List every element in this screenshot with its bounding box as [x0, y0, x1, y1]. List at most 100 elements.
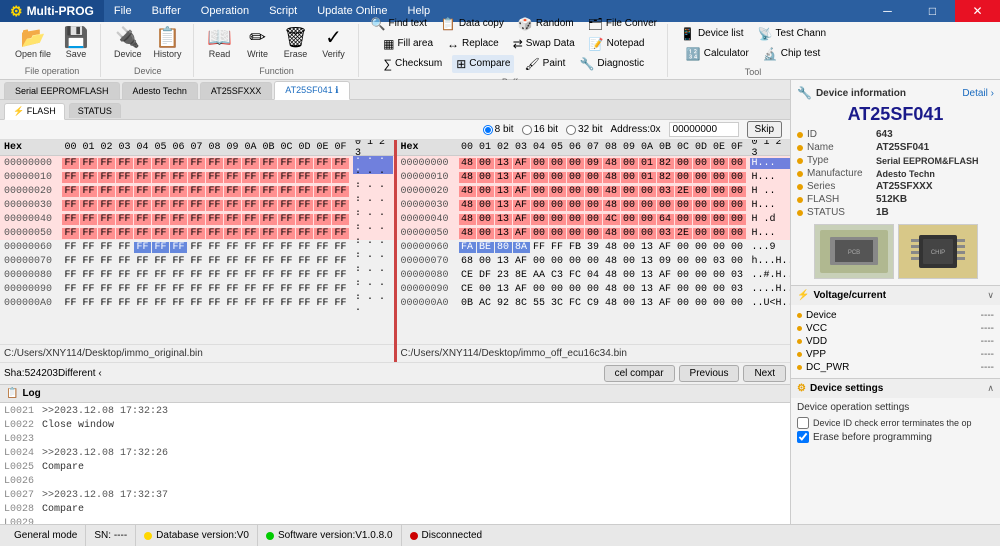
- menu-script[interactable]: Script: [259, 0, 307, 22]
- notepad-button[interactable]: 📝 Notepad: [585, 35, 649, 53]
- volt-dot: [797, 365, 802, 370]
- random-button[interactable]: 🎲 Random: [514, 15, 578, 33]
- test-chann-button[interactable]: 📡 Test Chann: [754, 25, 831, 43]
- find-text-button[interactable]: 🔍 Find text: [367, 15, 431, 33]
- chip-test-button[interactable]: 🔬 Chip test: [759, 45, 824, 63]
- erase-checkbox[interactable]: [797, 431, 809, 443]
- menu-operation[interactable]: Operation: [191, 0, 259, 22]
- prop-key-type: Type: [807, 155, 872, 166]
- close-button[interactable]: ✕: [955, 0, 1000, 22]
- cancel-compare-button[interactable]: cel compar: [604, 365, 675, 382]
- log-row: L0022Close window: [4, 419, 786, 433]
- maximize-button[interactable]: □: [910, 0, 955, 22]
- log-row: L0021>>2023.12.08 17:32:23: [4, 405, 786, 419]
- data-copy-button[interactable]: 📋 Data copy: [437, 15, 508, 33]
- compare-button[interactable]: ⊞ Compare: [452, 55, 514, 73]
- prop-id: ID 643: [797, 129, 994, 140]
- bit-16-option[interactable]: 16 bit: [522, 124, 558, 135]
- save-button[interactable]: 💾 Save: [58, 25, 94, 62]
- diagnostic-label: Diagnostic: [597, 58, 644, 69]
- db-text: Database version:V0: [156, 530, 249, 541]
- toolbar: 📂 Open file 💾 Save File operation 🔌 Devi…: [0, 22, 1000, 80]
- paint-button[interactable]: 🖌 Paint: [520, 55, 569, 73]
- prop-val-type: Serial EEPROM&FLASH: [876, 156, 979, 166]
- device-settings-section: ⚙ Device settings ∧ Device operation set…: [791, 378, 1000, 449]
- prop-status: STATUS 1B: [797, 207, 994, 218]
- voltage-val-vcc: ----: [981, 323, 994, 334]
- device-settings-header[interactable]: ⚙ Device settings ∧: [791, 379, 1000, 398]
- buffer-row-3: ∑ Checksum ⊞ Compare 🖌 Paint 🔧 Diagnosti…: [379, 55, 648, 73]
- calculator-button[interactable]: 🔢 Calculator: [682, 45, 753, 63]
- tab-at25sf041[interactable]: AT25SF041 ℹ: [274, 81, 349, 100]
- file-conver-button[interactable]: 🗂 File Conver: [584, 15, 661, 33]
- device-id-checkbox[interactable]: [797, 417, 809, 429]
- menu-buffer[interactable]: Buffer: [142, 0, 191, 22]
- read-button[interactable]: 📖 Read: [202, 25, 238, 62]
- prop-val-status: 1B: [876, 207, 889, 218]
- voltage-val-dcpwr: ----: [981, 362, 994, 373]
- prop-manufacture: Manufacture Adesto Techn: [797, 168, 994, 179]
- minimize-button[interactable]: ─: [865, 0, 910, 22]
- prop-series: Series AT25SFXXX: [797, 181, 994, 192]
- toolbar-group-tool: 📱 Device list 📡 Test Chann 🔢 Calculator …: [670, 24, 836, 77]
- log-title: Log: [22, 388, 40, 399]
- device-list-label: Device list: [698, 28, 744, 39]
- editor-tabs-bar: ⚡ FLASH STATUS: [0, 100, 790, 120]
- left-area: Serial EEPROMFLASH Adesto Techn AT25SFXX…: [0, 80, 790, 524]
- write-button[interactable]: ✏ Write: [240, 25, 276, 62]
- tool-group-label: Tool: [745, 67, 762, 77]
- history-button[interactable]: 📋 History: [149, 25, 187, 62]
- bit-8-option[interactable]: 8 bit: [483, 124, 514, 135]
- fill-area-button[interactable]: ▦ Fill area: [379, 35, 437, 53]
- toolbar-group-buffer: 🔍 Find text 📋 Data copy 🎲 Random 🗂 File …: [361, 24, 668, 77]
- hex-row-right-8: 00000080 CEDF238EAAC3FC04480013AF0000000…: [397, 268, 791, 282]
- fill-icon: ▦: [383, 37, 394, 51]
- detail-link[interactable]: Detail ›: [962, 88, 994, 99]
- bit-8-radio[interactable]: [483, 125, 493, 135]
- diagnostic-button[interactable]: 🔧 Diagnostic: [575, 55, 648, 73]
- tab-at25sfxxx[interactable]: AT25SFXXX: [200, 82, 272, 99]
- address-label: Address:0x: [611, 124, 661, 135]
- tool-row-1: 📱 Device list 📡 Test Chann: [676, 25, 830, 43]
- flash-tab[interactable]: ⚡ FLASH: [4, 103, 65, 120]
- bit-16-radio[interactable]: [522, 125, 532, 135]
- device-button[interactable]: 🔌 Device: [109, 25, 147, 62]
- volt-dot: [797, 313, 802, 318]
- voltage-row-vcc: VCC ----: [797, 322, 994, 335]
- erase-button[interactable]: 🗑 Erase: [278, 25, 314, 62]
- skip-button[interactable]: Skip: [747, 121, 782, 138]
- log-text: Compare: [42, 461, 84, 475]
- tab-adesto[interactable]: Adesto Techn: [122, 82, 198, 99]
- replace-button[interactable]: ↔ Replace: [443, 35, 503, 53]
- log-row: L0025Compare: [4, 461, 786, 475]
- tab-serial-eeprom[interactable]: Serial EEPROMFLASH: [4, 82, 120, 99]
- voltage-header[interactable]: ⚡ Voltage/current ∨: [791, 286, 1000, 305]
- verify-button[interactable]: ✓ Verify: [316, 25, 352, 62]
- volt-dot: [797, 326, 802, 331]
- file-path-right: C:/Users/XNY114/Desktop/immo_off_ecu16c3…: [397, 344, 791, 362]
- menu-file[interactable]: File: [104, 0, 142, 22]
- status-tab[interactable]: STATUS: [69, 103, 121, 118]
- previous-button[interactable]: Previous: [679, 365, 740, 382]
- checksum-button[interactable]: ∑ Checksum: [379, 55, 446, 73]
- hex-row-left-7: 00000070 FFFFFFFFFFFFFFFFFFFFFFFFFFFFFFF…: [0, 254, 394, 268]
- hex-row-left-2: 00000020 FFFFFFFFFFFFFFFFFFFFFFFFFFFFFFF…: [0, 184, 394, 198]
- buffer-row-2: ▦ Fill area ↔ Replace ⇄ Swap Data 📝 Note…: [379, 35, 648, 53]
- hex-row-right-6: 00000060 FABE808AFFFFFB39480013AF0000000…: [397, 240, 791, 254]
- read-icon: 📖: [207, 28, 232, 48]
- prop-name: Name AT25SF041: [797, 142, 994, 153]
- function-group-label: Function: [259, 66, 294, 76]
- bit-32-radio[interactable]: [566, 125, 576, 135]
- prop-type: Type Serial EEPROM&FLASH: [797, 155, 994, 166]
- bit-32-option[interactable]: 32 bit: [566, 124, 602, 135]
- open-file-button[interactable]: 📂 Open file: [10, 25, 56, 62]
- app-container: ⚙ Multi-PROG File Buffer Operation Scrip…: [0, 0, 1000, 546]
- address-input[interactable]: [669, 122, 739, 137]
- device-info-title: 🔧 Device information: [797, 86, 906, 100]
- status-bar: General mode SN: ---- Database version:V…: [0, 524, 1000, 546]
- settings-chevron: ∧: [987, 383, 994, 394]
- log-row: L0027>>2023.12.08 17:32:37: [4, 489, 786, 503]
- device-list-button[interactable]: 📱 Device list: [676, 25, 748, 43]
- swap-data-button[interactable]: ⇄ Swap Data: [509, 35, 579, 53]
- next-button[interactable]: Next: [743, 365, 786, 382]
